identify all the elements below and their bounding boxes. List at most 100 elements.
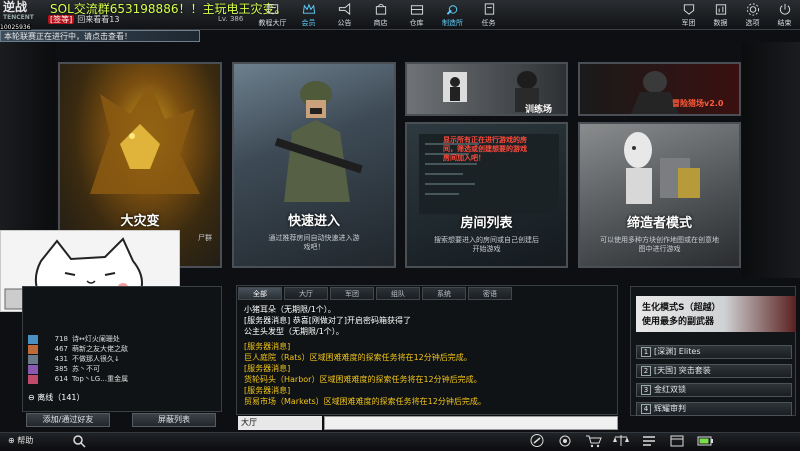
chat-line: [服务器消息] — [244, 386, 291, 395]
friend-name: 苏丶不可 — [72, 365, 100, 373]
mode-title: 训练场 — [525, 105, 553, 115]
craft-icon — [446, 5, 457, 15]
recommend-button[interactable]: 4 辉耀审判 — [636, 402, 792, 416]
promo-title: 生化模式S（超越） — [642, 303, 721, 313]
player-name: 回来看看13 — [77, 15, 120, 24]
chat-line: 贸易市场（Markets）区域困难难度的探索任务将在12分钟后完成。 — [244, 397, 486, 406]
friend-row[interactable]: 718 诗↔灯火阑珊处 — [28, 334, 218, 344]
nav-item-craft[interactable]: 制造所 — [434, 0, 470, 30]
mode-card-adventure[interactable]: 冒险猎场v2.0 — [578, 62, 741, 116]
gear-icon — [746, 3, 759, 16]
logo-text: 逆战 — [3, 0, 28, 14]
avatar — [28, 344, 38, 354]
chat-tab[interactable]: 系统 — [422, 287, 466, 300]
add-friend-button[interactable]: 添加/通过好友 — [26, 413, 110, 427]
mode-title: 快速进入 — [287, 214, 340, 229]
nav-label: 制造所 — [442, 19, 463, 27]
nav-item-power[interactable]: 结束 — [768, 0, 800, 30]
item-number: 4 — [641, 404, 651, 414]
tutorial-icon — [267, 4, 278, 14]
mode-card-creator[interactable]: 缔造者模式 可以使用多种方块创作地图或在创意地图中进行游戏 — [578, 122, 741, 268]
nav-item-warehouse[interactable]: 仓库 — [398, 0, 434, 30]
item-number: 2 — [641, 366, 651, 376]
power-icon — [779, 3, 790, 15]
friend-row[interactable]: 431 不做那人很久↓ — [28, 354, 218, 364]
item-label: [天国] 突击套装 — [654, 366, 711, 375]
mode-card-room-list[interactable]: 显示所有正在进行游戏的房间，筛选或创建想要的游戏房间加入吧！ 房间列表 搜索想要… — [405, 122, 568, 268]
offline-label: 离线（141） — [37, 393, 85, 402]
chat-tab[interactable]: 组队 — [376, 287, 420, 300]
nav-item-data[interactable]: 数据 — [704, 0, 736, 30]
bottom-tools — [528, 433, 714, 448]
mode-desc: 可以使用多种方块创作地图或在创意地图中进行游戏 — [600, 236, 719, 253]
nav-label: 商店 — [373, 19, 388, 27]
cart-icon[interactable] — [584, 433, 602, 448]
friend-row[interactable]: 467 萌新之友大佬之敌 — [28, 344, 218, 354]
recommend-button[interactable]: 3 金红双锁 — [636, 383, 792, 397]
friend-list: 718 诗↔灯火阑珊处 467 萌新之友大佬之敌 431 不做那人很久↓ 385 苏丶不可 61… — [28, 334, 218, 384]
nav-item-crown[interactable]: 会员 — [290, 0, 326, 30]
chat-tab[interactable]: 全部 — [238, 287, 282, 300]
help-icon: ⊕ — [8, 436, 15, 445]
mode-card-training[interactable]: 训练场 — [405, 62, 568, 116]
recommend-button[interactable]: 1 [深渊] Elites — [636, 345, 792, 359]
item-label: [深渊] Elites — [654, 347, 701, 356]
search-icon[interactable] — [72, 434, 86, 451]
chat-line: [服务器消息] — [244, 342, 291, 351]
nav-item-gear[interactable]: 选项 — [736, 0, 768, 30]
main-nav-right: 军团 数据 选项 结束 — [672, 0, 800, 30]
channel-select[interactable]: 大厅 — [238, 416, 322, 430]
friend-name: 不做那人很久↓ — [72, 355, 120, 363]
nav-label: 军团 — [681, 19, 696, 27]
nav-item-legion[interactable]: 军团 — [672, 0, 704, 30]
friend-level: 614 — [54, 375, 68, 383]
chat-log: 小猪耳朵（无期限/1个）。 [服务器消息] 恭喜[刚做对了]开启密码箱获得了 公主头… — [244, 304, 616, 407]
promo-banner[interactable]: 生化模式S（超越） 使用最多的副武器 — [636, 296, 796, 332]
mode-desc: 通过推荐房间自动快速进入游戏吧！ — [268, 234, 360, 251]
friend-level: 718 — [54, 335, 68, 343]
compass-icon[interactable] — [528, 433, 546, 448]
scale-icon[interactable] — [612, 433, 630, 448]
avatar — [28, 334, 38, 344]
offline-group[interactable]: ⊖ 离线（141） — [28, 392, 85, 403]
friend-row[interactable]: 385 苏丶不可 — [28, 364, 218, 374]
chat-tab[interactable]: 军团 — [330, 287, 374, 300]
chat-line: 公主头发型（无期限/1个）。 — [244, 327, 344, 336]
megaphone-icon — [338, 2, 350, 16]
league-notice[interactable]: 本轮联赛正在进行中，请点击查看！ — [0, 30, 200, 42]
target-art — [443, 72, 467, 102]
item-number: 3 — [641, 385, 651, 395]
recommend-button[interactable]: 2 [天国] 突击套装 — [636, 364, 792, 378]
player-level: Lv. 386 — [218, 15, 244, 23]
shop-icon — [375, 3, 386, 15]
monster-art — [90, 84, 200, 194]
logo-subtext: TENCENT — [3, 14, 34, 21]
mode-card-quick-join[interactable]: 快速进入 通过推荐房间自动快速进入游戏吧！ — [232, 62, 396, 268]
dummy-art — [624, 132, 700, 204]
nav-item-megaphone[interactable]: 公告 — [326, 0, 362, 30]
battery-icon[interactable] — [696, 433, 714, 448]
nav-item-task[interactable]: 任务 — [470, 0, 506, 30]
collapse-icon: ⊖ — [28, 393, 35, 402]
nav-item-tutorial[interactable]: 教程大厅 — [254, 0, 290, 30]
chat-tab[interactable]: 密语 — [468, 287, 512, 300]
mode-title: 缔造者模式 — [626, 216, 692, 231]
chat-input[interactable] — [324, 416, 618, 430]
list-icon[interactable] — [640, 433, 658, 448]
nav-label: 仓库 — [409, 19, 424, 27]
friend-row[interactable]: 614 Top丶LG…重金属 — [28, 374, 218, 384]
chat-footer: 大厅 — [238, 416, 618, 430]
medal-icon[interactable] — [556, 433, 574, 448]
calendar-icon[interactable] — [668, 433, 686, 448]
board-text: 显示所有正在进行游戏的房间，筛选或创建想要的游戏房间加入吧！ — [443, 136, 527, 162]
help-button[interactable]: ⊕ 帮助 — [8, 435, 33, 446]
player-tag: [签等] — [48, 15, 75, 24]
chat-tab[interactable]: 大厅 — [284, 287, 328, 300]
friend-name: Top丶LG…重金属 — [72, 375, 129, 383]
nav-label: 任务 — [481, 19, 496, 27]
friend-level: 385 — [54, 365, 68, 373]
block-list-button[interactable]: 屏蔽列表 — [132, 413, 216, 427]
nav-item-shop[interactable]: 商店 — [362, 0, 398, 30]
nav-label: 教程大厅 — [258, 19, 287, 27]
player-info: [签等] 回来看看13 — [48, 14, 119, 25]
